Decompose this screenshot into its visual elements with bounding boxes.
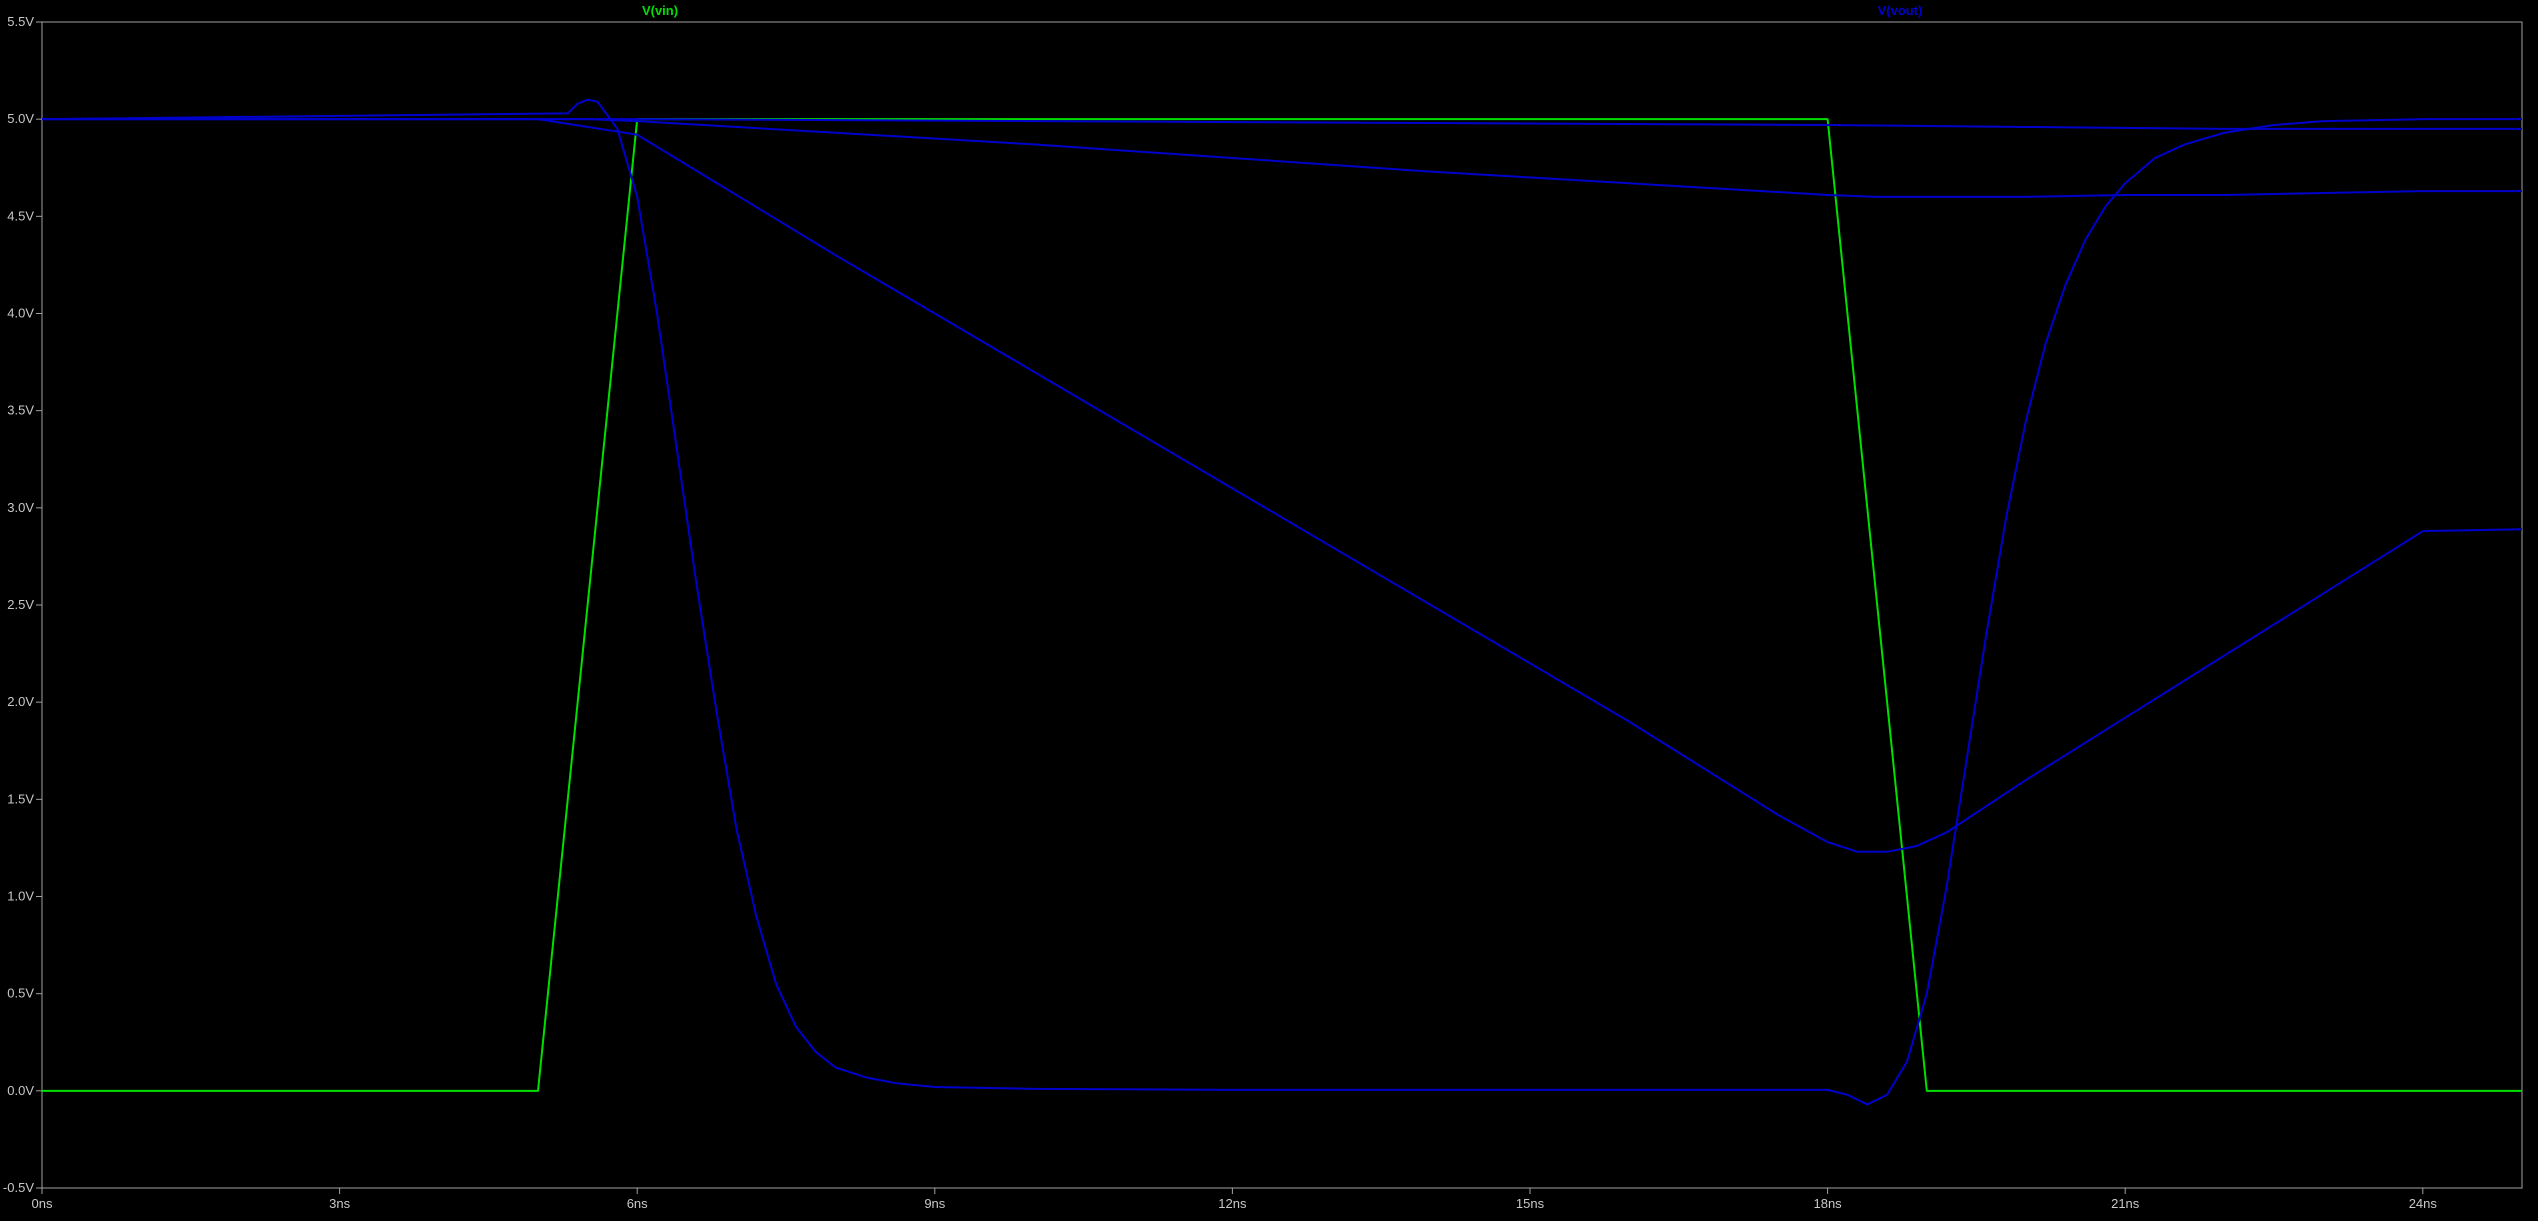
y-tick-label: 4.0V — [7, 306, 34, 321]
y-tick-label: 2.5V — [7, 597, 34, 612]
chart-svg: -0.5V 0.0V 0.5V 1.0V 1.5V 2.0V 2.5V 3.0V 3.5V 4.0… — [3, 3, 2523, 1211]
x-tick-label: 24ns — [2409, 1196, 2438, 1211]
x-tick-label: 9ns — [924, 1196, 945, 1211]
y-tick-label: 4.5V — [7, 208, 34, 223]
axes-layer: -0.5V 0.0V 0.5V 1.0V 1.5V 2.0V 2.5V 3.0V 3.5V 4.0… — [3, 14, 2523, 1211]
x-tick-label: 0ns — [32, 1196, 53, 1211]
y-tick-label: 2.0V — [7, 694, 34, 709]
legend-entry: V(vout) — [1878, 3, 1923, 18]
x-tick-label: 6ns — [627, 1196, 648, 1211]
series-line-4 — [42, 118, 2522, 130]
y-tick-label: 0.5V — [7, 986, 34, 1001]
series-line-0 — [42, 118, 2522, 1092]
series-line-3 — [42, 118, 2522, 198]
x-tick-label: 15ns — [1516, 1196, 1545, 1211]
x-tick-label: 21ns — [2111, 1196, 2140, 1211]
legend-layer: V(vin) V(vout) — [642, 3, 1922, 18]
y-tick-label: 3.5V — [7, 403, 34, 418]
y-tick-label: 1.5V — [7, 791, 34, 806]
x-tick-label: 18ns — [1813, 1196, 1842, 1211]
x-tick-label: 3ns — [329, 1196, 350, 1211]
legend-entry: V(vin) — [642, 3, 678, 18]
waveform-plot: -0.5V 0.0V 0.5V 1.0V 1.5V 2.0V 2.5V 3.0V 3.5V 4.0… — [0, 0, 2538, 1216]
y-tick-label: 0.0V — [7, 1083, 34, 1098]
y-tick-label: -0.5V — [3, 1180, 34, 1195]
y-tick-label: 5.5V — [7, 14, 34, 29]
y-tick-label: 1.0V — [7, 889, 34, 904]
series-line-2 — [42, 118, 2523, 853]
y-tick-label: 5.0V — [7, 111, 34, 126]
plot-frame — [41, 21, 2523, 1189]
y-tick-label: 3.0V — [7, 500, 34, 515]
series-layer — [41, 98, 2523, 1106]
series-line-1 — [41, 98, 2522, 1106]
x-tick-label: 12ns — [1218, 1196, 1247, 1211]
